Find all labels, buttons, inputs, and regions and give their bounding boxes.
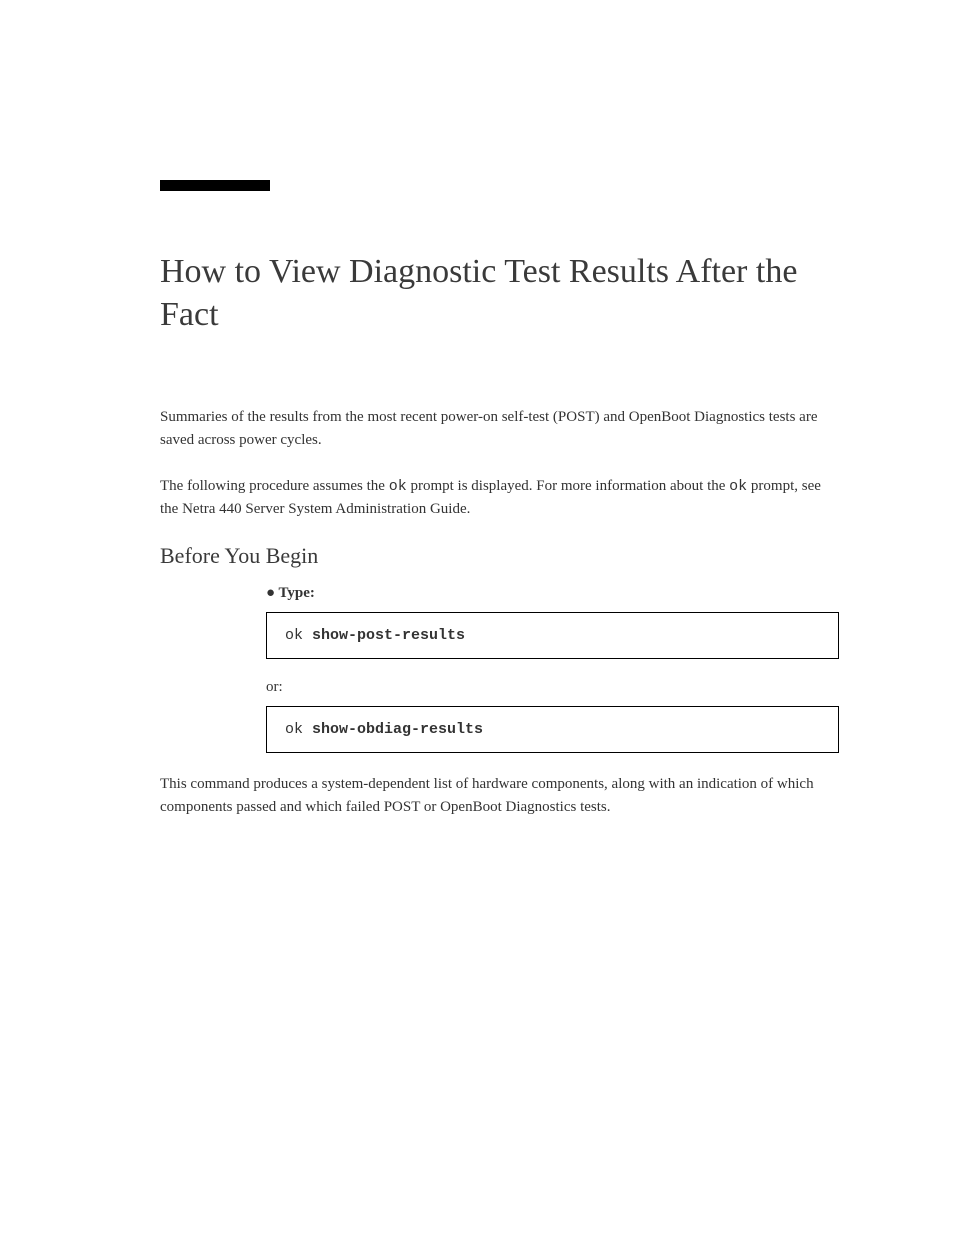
- intro-paragraph-1: Summaries of the results from the most r…: [160, 406, 839, 453]
- page-title: How to View Diagnostic Test Results Afte…: [160, 251, 839, 336]
- steps-container: ● Type: ok show-post-results or: ok show…: [266, 585, 839, 753]
- before-you-begin-heading: Before You Begin: [160, 543, 839, 569]
- code-box-show-post-results: ok show-post-results: [266, 612, 839, 659]
- intro-paragraph-2: The following procedure assumes the ok p…: [160, 475, 839, 522]
- result-paragraph: This command produces a system-dependent…: [160, 773, 839, 820]
- header-bar: [160, 180, 270, 191]
- code2-command: show-obdiag-results: [312, 721, 483, 738]
- code-box-show-obdiag-results: ok show-obdiag-results: [266, 706, 839, 753]
- code1-prompt: ok: [285, 627, 312, 644]
- ok-prompt-literal-1: ok: [389, 478, 407, 495]
- or-text: or:: [266, 679, 839, 696]
- step-type-label: ● Type:: [266, 585, 839, 602]
- code2-prompt: ok: [285, 721, 312, 738]
- ok-prompt-literal-2: ok: [729, 478, 747, 495]
- intro-p2-b: prompt is displayed. For more informatio…: [407, 478, 729, 494]
- intro-p2-a: The following procedure assumes the: [160, 478, 389, 494]
- code1-command: show-post-results: [312, 627, 465, 644]
